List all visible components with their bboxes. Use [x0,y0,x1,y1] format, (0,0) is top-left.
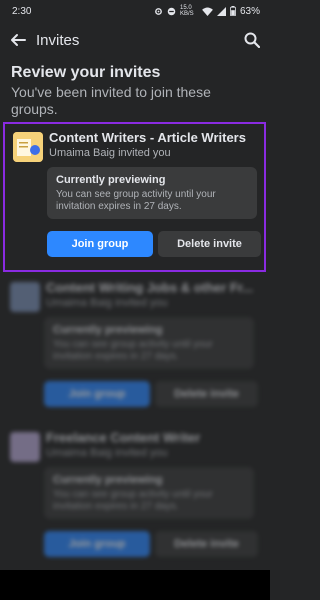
settings-icon [154,7,163,16]
preview-description: You can see group activity until your in… [53,339,213,362]
status-bar: 2:30 15.0 KB/S 63% [0,0,270,22]
preview-title: Currently previewing [53,324,163,336]
preview-box: Currently previewing You can see group a… [44,317,254,369]
network-speed: 15.0 KB/S [179,5,194,17]
inviter-text: Umaima Baig invited you [46,447,168,459]
inviter-text: Umaima Baig invited you [46,297,168,309]
system-navigation-bar [0,570,270,600]
group-name[interactable]: Content Writers - Article Writers [49,130,246,145]
invites-header: Review your invites You've been invited … [0,62,270,118]
preview-title: Currently previewing [56,174,166,186]
section-subtitle: You've been invited to join these groups… [11,84,211,117]
app-bar: Invites [0,22,270,58]
preview-description: You can see group activity until your in… [53,489,213,512]
inviter-text: Umaima Baig invited you [49,147,171,159]
invite-card: Content Writers - Article Writers Umaima… [3,122,266,272]
preview-title: Currently previewing [53,474,163,486]
group-name[interactable]: Content Writing Jobs & other Fr... [46,280,253,295]
group-name[interactable]: Freelance Content Writer [46,430,200,445]
preview-description: You can see group activity until your in… [56,189,216,212]
group-avatar[interactable] [13,132,43,162]
section-title: Review your invites [11,64,161,81]
battery-icon [230,6,236,16]
join-group-button[interactable]: Join group [44,531,150,557]
do-not-disturb-icon [167,7,176,16]
battery-level: 63% [239,5,260,17]
signal-icon [216,6,226,16]
delete-invite-button[interactable]: Delete invite [155,531,258,557]
group-avatar[interactable] [10,282,40,312]
invite-card: Content Writing Jobs & other Fr... Umaim… [0,272,270,422]
preview-box: Currently previewing You can see group a… [44,467,254,519]
delete-invite-button[interactable]: Delete invite [158,231,261,257]
group-avatar[interactable] [10,432,40,462]
invite-card: Freelance Content Writer Umaima Baig inv… [0,422,270,572]
wifi-icon [202,6,213,16]
preview-box: Currently previewing You can see group a… [47,167,257,219]
page-title: Invites [36,31,80,49]
join-group-button[interactable]: Join group [44,381,150,407]
delete-invite-button[interactable]: Delete invite [155,381,258,407]
arrow-left-icon[interactable] [10,32,26,48]
join-group-button[interactable]: Join group [47,231,153,257]
status-time: 2:30 [12,5,32,17]
search-icon[interactable] [244,32,260,48]
